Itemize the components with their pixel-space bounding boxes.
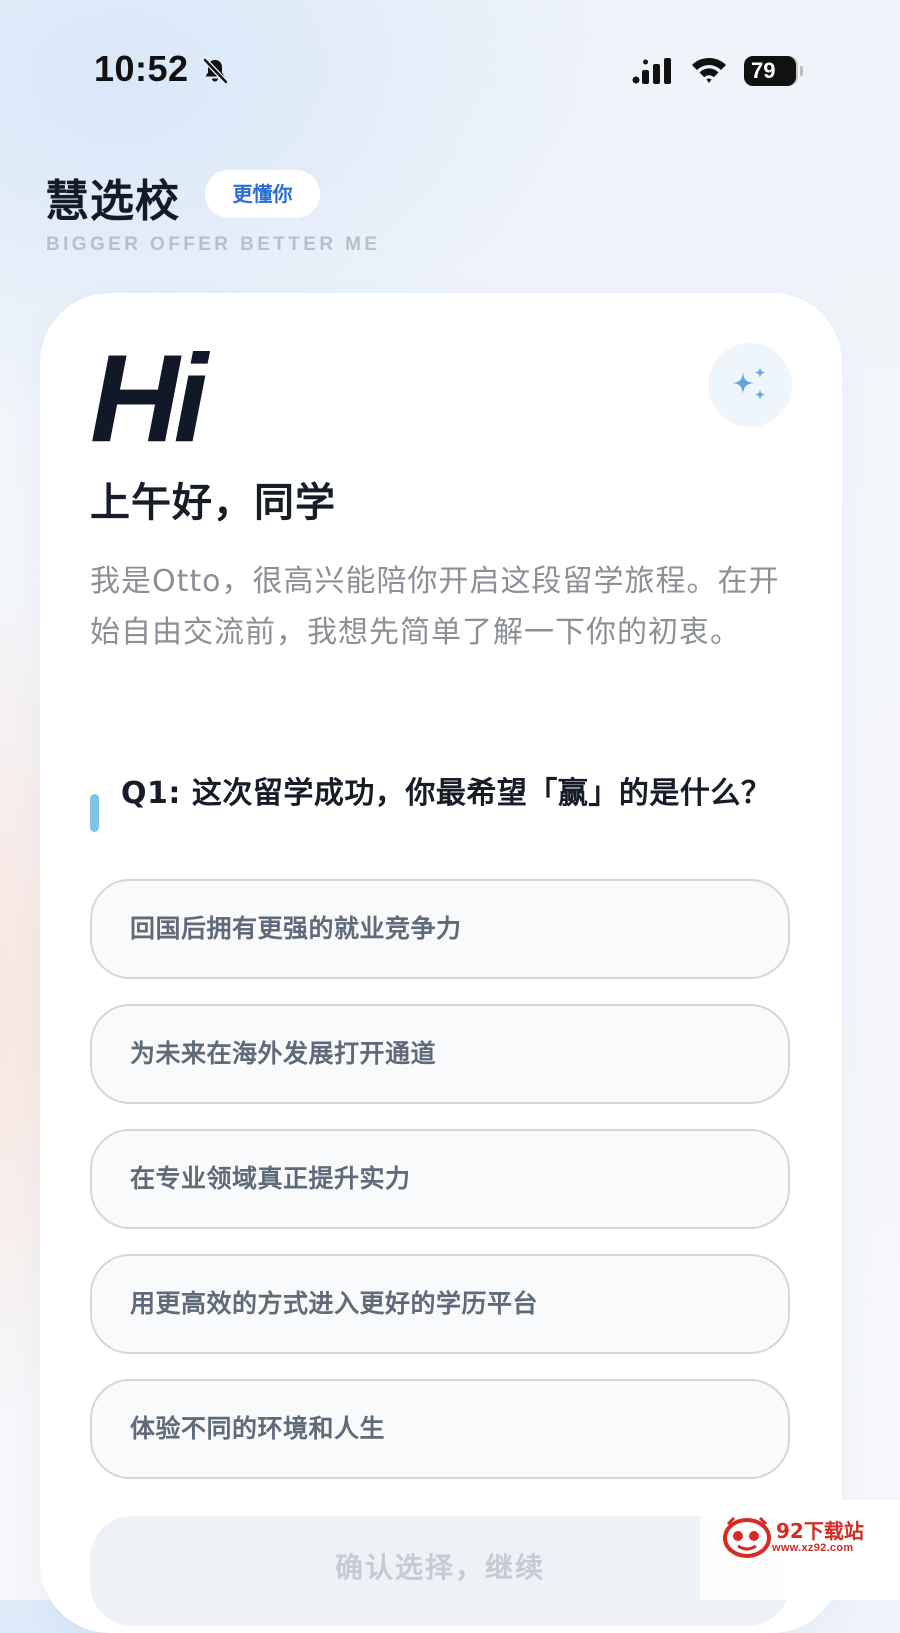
- option-4[interactable]: 用更高效的方式进入更好的学历平台: [90, 1254, 790, 1354]
- wifi-icon: [692, 57, 726, 83]
- battery-level: 79: [751, 58, 776, 83]
- option-label: 体验不同的环境和人生: [130, 1414, 386, 1443]
- option-label: 为未来在海外发展打开通道: [130, 1039, 437, 1068]
- confirm-button[interactable]: 确认选择，继续: [90, 1516, 790, 1626]
- bell-slash-icon: [202, 57, 229, 85]
- option-5[interactable]: 体验不同的环境和人生: [90, 1379, 790, 1479]
- site-watermark: 92下载站 www.xz92.com: [700, 1500, 900, 1600]
- battery-icon: 79: [744, 56, 796, 86]
- battery-nub: [800, 66, 803, 76]
- watermark-title: 92下载站: [776, 1519, 864, 1543]
- sparkle-icon: [732, 367, 766, 400]
- option-label: 用更高效的方式进入更好的学历平台: [130, 1289, 539, 1318]
- assistant-sparkle-button[interactable]: [708, 343, 792, 427]
- app-name: 慧选校: [45, 176, 180, 227]
- status-bar: 10:52 79: [0, 0, 900, 140]
- watermark-logo-icon: [723, 1516, 771, 1558]
- svg-text:Hi: Hi: [90, 340, 211, 444]
- intro-text: 我是Otto，很高兴能陪你开启这段留学旅程。在开始自由交流前，我想先简单了解一下…: [90, 564, 780, 650]
- app-tagline: BIGGER OFFER BETTER ME: [46, 234, 381, 255]
- app-badge: 更懂你: [205, 170, 320, 218]
- question-title: Q1: 这次留学成功，你最希望「赢」的是什么？: [121, 776, 772, 811]
- option-label: 回国后拥有更强的就业竞争力: [130, 914, 462, 943]
- option-3[interactable]: 在专业领域真正提升实力: [90, 1129, 790, 1229]
- greeting-title: 上午好，同学: [90, 480, 336, 526]
- watermark-url: www.xz92.com: [772, 1542, 854, 1554]
- hi-logo: Hi: [90, 340, 217, 444]
- cellular-signal-icon: [632, 58, 671, 84]
- question-accent-bar: [90, 794, 99, 832]
- option-2[interactable]: 为未来在海外发展打开通道: [90, 1004, 790, 1104]
- confirm-label: 确认选择，继续: [334, 1551, 545, 1584]
- option-label: 在专业领域真正提升实力: [130, 1164, 411, 1193]
- status-time: 10:52: [94, 48, 189, 89]
- option-1[interactable]: 回国后拥有更强的就业竞争力: [90, 879, 790, 979]
